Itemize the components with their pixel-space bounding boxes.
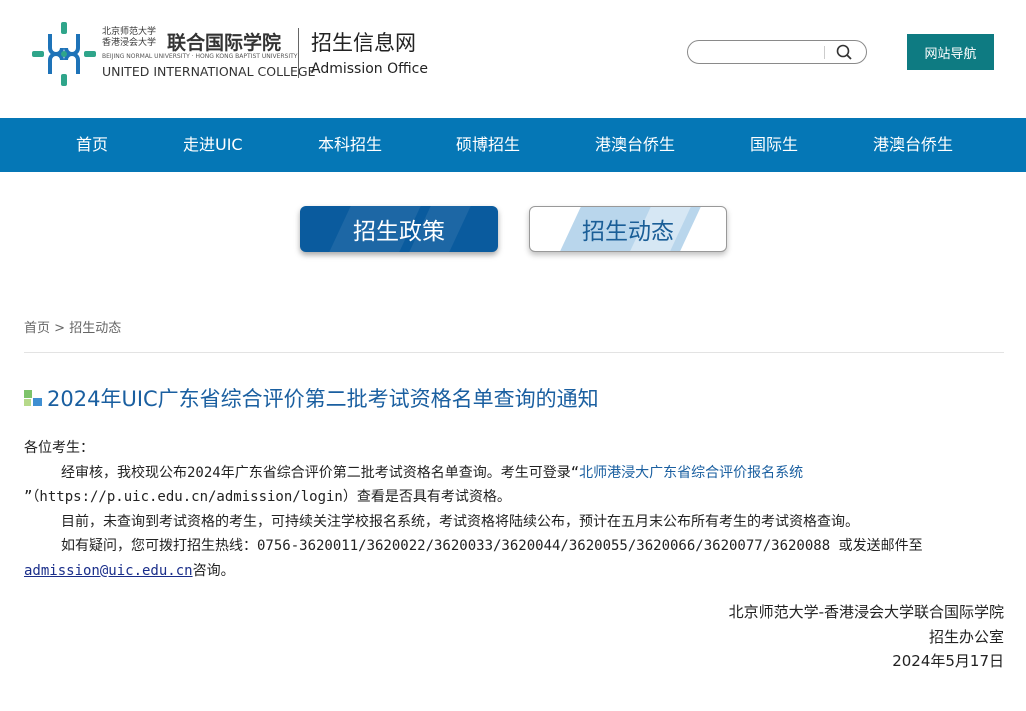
site-subtitle: Admission Office — [311, 61, 428, 77]
logo-chinese-universities: 北京师范大学 香港浸会大学 — [102, 27, 157, 48]
tab-admission-news-label: 招生动态 — [582, 219, 674, 245]
article-paragraph-1-cont: ”（https://p.uic.edu.cn/admission/login）查… — [24, 489, 511, 505]
logo-english-college: UNITED INTERNATIONAL COLLEGE — [102, 64, 316, 79]
tab-admission-policy[interactable]: 招生政策 — [300, 206, 498, 252]
search-separator — [824, 46, 825, 59]
logo-college-name: 联合国际学院 — [167, 32, 282, 54]
article-signature: 北京师范大学-香港浸会大学联合国际学院 招生办公室 2024年5月17日 — [729, 600, 1004, 674]
content-divider — [24, 352, 1004, 353]
article-paragraph-1: 经审核，我校现公布2024年广东省综合评价第二批考试资格名单查询。考生可登录“北… — [24, 461, 1004, 486]
paragraph-text: 咨询。 — [192, 562, 235, 579]
site-map-button[interactable]: 网站导航 — [907, 34, 994, 70]
article-greeting: 各位考生： — [24, 440, 94, 456]
nav-item-undergraduate[interactable]: 本科招生 — [318, 118, 382, 172]
tab-admission-policy-label: 招生政策 — [353, 219, 445, 245]
nav-item-hk-macao-taiwan[interactable]: 港澳台侨生 — [595, 118, 675, 172]
breadcrumb-current-link[interactable]: 招生动态 — [69, 321, 121, 336]
signature-date: 2024年5月17日 — [892, 652, 1004, 670]
main-navbar: 首页 走进UIC 本科招生 硕博招生 港澳台侨生 国际生 港澳台侨生 — [0, 118, 1026, 172]
search-box — [687, 40, 867, 64]
nav-item-international[interactable]: 国际生 — [750, 118, 798, 172]
article-paragraph-3: 如有疑问，您可拨打招生热线：0756-3620011/3620022/36200… — [61, 538, 923, 554]
logo-english-universities: BEIJING NORMAL UNIVERSITY · HONG KONG BA… — [102, 53, 298, 60]
site-header: 北京师范大学 香港浸会大学 联合国际学院 BEIJING NORMAL UNIV… — [0, 0, 1026, 118]
signature-organization: 北京师范大学-香港浸会大学联合国际学院 — [728, 603, 1004, 621]
article-paragraph-2: 目前，未查询到考试资格的考生，可持续关注学校报名系统，考试资格将陆续公布，预计在… — [61, 513, 859, 530]
search-input[interactable] — [696, 43, 820, 61]
nav-item-about-uic[interactable]: 走进UIC — [183, 118, 243, 172]
nav-item-hk-macao-taiwan-2[interactable]: 港澳台侨生 — [873, 118, 953, 172]
article-paragraph-3-cont: admission@uic.edu.cn咨询。 — [24, 559, 1004, 584]
article-body: 各位考生： 经审核，我校现公布2024年广东省综合评价第二批考试资格名单查询。考… — [24, 436, 1004, 583]
breadcrumb-home-link[interactable]: 首页 — [24, 321, 50, 336]
nav-item-home[interactable]: 首页 — [76, 118, 108, 172]
paragraph-text: 经审核，我校现公布2024年广东省综合评价第二批考试资格名单查询。考生可登录“ — [61, 464, 580, 481]
search-icon[interactable] — [833, 43, 855, 61]
breadcrumb: 首页 > 招生动态 — [24, 317, 121, 336]
breadcrumb-separator: > — [50, 321, 70, 336]
site-name: 招生信息网 — [311, 31, 416, 55]
uic-logo-icon[interactable] — [30, 20, 98, 88]
registration-system-link[interactable]: 北师港浸大广东省综合评价报名系统 — [579, 465, 803, 481]
title-squares-icon — [24, 390, 42, 406]
signature-department: 招生办公室 — [928, 627, 1004, 646]
admission-email-link[interactable]: admission@uic.edu.cn — [24, 563, 193, 579]
nav-item-postgraduate[interactable]: 硕博招生 — [456, 118, 520, 172]
tab-admission-news[interactable]: 招生动态 — [529, 206, 727, 252]
article-title: 2024年UIC广东省综合评价第二批考试资格名单查询的通知 — [47, 387, 599, 411]
logo-divider — [298, 28, 299, 78]
